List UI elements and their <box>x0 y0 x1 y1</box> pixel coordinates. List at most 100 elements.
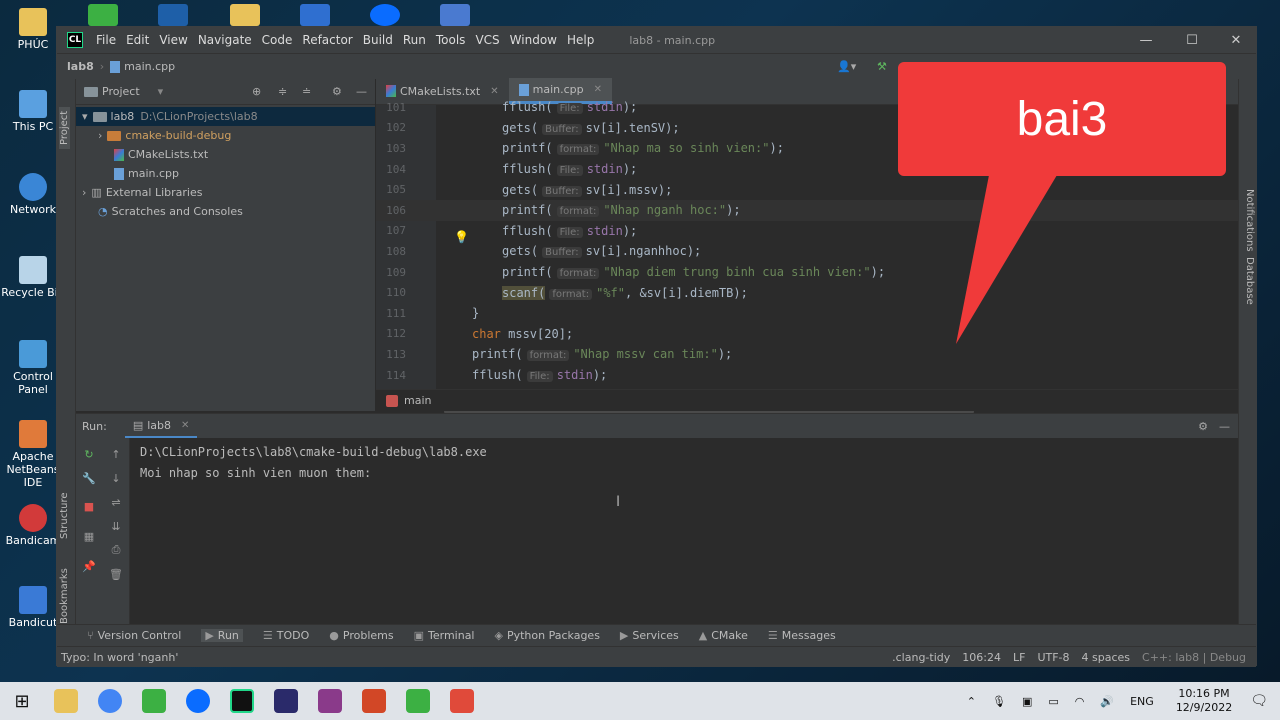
run-tab-lab8[interactable]: ▤ lab8 ✕ <box>124 414 198 438</box>
language-indicator[interactable]: ENG <box>1130 695 1154 708</box>
code-line[interactable]: 107 fflush(File: stdin); <box>376 221 1238 242</box>
clion-logo-icon[interactable]: CL <box>67 32 83 48</box>
gear-icon[interactable]: ⚙ <box>332 85 342 98</box>
structure-tool-tab[interactable]: Structure <box>59 492 70 539</box>
tool-run[interactable]: ▶ Run <box>201 629 243 642</box>
build-hammer-icon[interactable]: ⚒ <box>877 60 887 73</box>
red-app-icon[interactable] <box>450 689 474 713</box>
project-view-selector[interactable]: Project <box>102 85 140 98</box>
menu-tools[interactable]: Tools <box>431 33 471 47</box>
gear-icon[interactable]: ⚙ <box>1198 420 1208 433</box>
folder-icon[interactable] <box>230 4 260 26</box>
close-button[interactable]: ✕ <box>1213 27 1259 53</box>
tree-item-cmakelists[interactable]: CMakeLists.txt <box>76 145 375 164</box>
microphone-icon[interactable]: 🎙 <box>992 695 1006 708</box>
breadcrumb-project[interactable]: lab8 <box>67 60 94 73</box>
clion-taskbar-icon[interactable] <box>230 689 254 713</box>
menu-view[interactable]: View <box>154 33 192 47</box>
status-clang-tidy[interactable]: .clang-tidy <box>892 651 950 664</box>
chevron-up-icon[interactable]: ⌃ <box>967 695 976 708</box>
stop-icon[interactable]: ■ <box>81 498 97 514</box>
devcpp-icon[interactable] <box>274 689 298 713</box>
calendar-icon[interactable]: ▣ <box>1022 695 1032 708</box>
wrench-icon[interactable]: 🔧 <box>81 470 97 486</box>
minimize-button[interactable]: — <box>1123 27 1169 53</box>
status-context[interactable]: C++: lab8 | Debug <box>1142 651 1246 664</box>
user-icon[interactable]: 👤▾ <box>837 60 856 73</box>
down-arrow-icon[interactable]: ↓ <box>108 470 124 486</box>
status-indent[interactable]: 4 spaces <box>1082 651 1131 664</box>
pin-icon[interactable]: 📌 <box>81 558 97 574</box>
maximize-button[interactable]: ☐ <box>1169 27 1215 53</box>
tool-cmake[interactable]: ▲ CMake <box>699 629 748 642</box>
file-explorer-icon[interactable] <box>54 689 78 713</box>
tool-problems[interactable]: ● Problems <box>329 629 393 642</box>
close-tab-icon[interactable]: ✕ <box>490 86 498 97</box>
close-tab-icon[interactable]: ✕ <box>594 84 602 95</box>
code-line[interactable]: 110 scanf(format: "%f", &sv[i].diemTB); <box>376 282 1238 303</box>
code-line[interactable]: 112 char mssv[20]; <box>376 324 1238 345</box>
scroll-to-end-icon[interactable]: ⇊ <box>108 518 124 534</box>
menu-vcs[interactable]: VCS <box>470 33 504 47</box>
wifi-icon[interactable]: ◠ <box>1075 695 1085 708</box>
code-line[interactable]: 113 printf(format: "Nhap mssv can tim:"); <box>376 344 1238 365</box>
tool-version-control[interactable]: ⑂ Version Control <box>87 629 181 642</box>
console-output[interactable]: D:\CLionProjects\lab8\cmake-build-debug\… <box>140 442 487 484</box>
code-line[interactable]: 109 printf(format: "Nhap diem trung binh c… <box>376 262 1238 283</box>
menu-refactor[interactable]: Refactor <box>297 33 357 47</box>
print-icon[interactable]: ⎙ <box>108 542 124 558</box>
code-line[interactable]: 111} <box>376 303 1238 324</box>
tree-item-scratches[interactable]: ◔ Scratches and Consoles <box>76 202 375 221</box>
virtualbox-icon[interactable] <box>158 4 188 26</box>
app-icon[interactable] <box>440 4 470 26</box>
tree-item-main-cpp[interactable]: main.cpp <box>76 164 375 183</box>
menu-window[interactable]: Window <box>505 33 562 47</box>
winrar-icon[interactable] <box>318 689 342 713</box>
tool-terminal[interactable]: ▣ Terminal <box>414 629 475 642</box>
menu-edit[interactable]: Edit <box>121 33 154 47</box>
chrome-icon[interactable] <box>98 689 122 713</box>
menu-navigate[interactable]: Navigate <box>193 33 257 47</box>
database-tool-tab[interactable]: Database <box>1244 257 1255 305</box>
menu-build[interactable]: Build <box>358 33 398 47</box>
clion-icon[interactable] <box>88 4 118 26</box>
editor-app-icon[interactable] <box>142 689 166 713</box>
project-tool-tab[interactable]: Project <box>59 106 70 149</box>
soft-wrap-icon[interactable]: ⇌ <box>108 494 124 510</box>
code-line[interactable]: 106 printf(format: "Nhap nganh hoc:"); <box>376 200 1238 221</box>
code-line[interactable]: 114 fflush(File: stdin); <box>376 365 1238 386</box>
close-tab-icon[interactable]: ✕ <box>181 420 189 431</box>
tool-messages[interactable]: ☰ Messages <box>768 629 836 642</box>
status-encoding[interactable]: UTF-8 <box>1037 651 1069 664</box>
chevron-down-icon[interactable]: ▾ <box>158 85 164 98</box>
menu-help[interactable]: Help <box>562 33 599 47</box>
lightbulb-icon[interactable]: 💡 <box>454 230 469 244</box>
trash-icon[interactable]: 🗑 <box>108 566 124 582</box>
code-line[interactable]: 108 gets(Buffer: sv[i].nganhhoc); <box>376 241 1238 262</box>
hide-icon[interactable]: — <box>1219 420 1230 433</box>
locate-icon[interactable]: ⊕ <box>252 85 261 98</box>
tool-python-packages[interactable]: ◈ Python Packages <box>495 629 600 642</box>
code-breadcrumb-label[interactable]: main <box>404 394 431 407</box>
menu-file[interactable]: File <box>91 33 121 47</box>
notifications-tool-tab[interactable]: Notifications <box>1244 189 1255 252</box>
zalo-icon[interactable] <box>370 4 400 26</box>
menu-code[interactable]: Code <box>257 33 298 47</box>
app-icon[interactable] <box>300 4 330 26</box>
tree-item-external-libraries[interactable]: › ▥ External Libraries <box>76 183 375 202</box>
bookmarks-tool-tab[interactable]: Bookmarks <box>59 568 70 624</box>
menu-run[interactable]: Run <box>398 33 431 47</box>
tree-item-lab8[interactable]: ▾ lab8 D:\CLionProjects\lab8 <box>76 107 375 126</box>
windows-start-icon[interactable]: ⊞ <box>0 691 44 712</box>
tree-item-cmake-build-debug[interactable]: › cmake-build-debug <box>76 126 375 145</box>
battery-icon[interactable]: ▭ <box>1048 695 1058 708</box>
notification-icon[interactable]: 🗨 <box>1250 693 1268 709</box>
zalo-icon[interactable] <box>186 689 210 713</box>
code-line[interactable]: 105 gets(Buffer: sv[i].mssv); <box>376 179 1238 200</box>
tool-services[interactable]: ▶ Services <box>620 629 679 642</box>
status-message[interactable]: Typo: In word 'nganh' <box>61 651 178 664</box>
rerun-icon[interactable]: ↻ <box>81 446 97 462</box>
breadcrumb-file[interactable]: main.cpp <box>124 60 175 73</box>
layout-icon[interactable]: ▦ <box>81 528 97 544</box>
collapse-all-icon[interactable]: ≐ <box>302 85 311 98</box>
